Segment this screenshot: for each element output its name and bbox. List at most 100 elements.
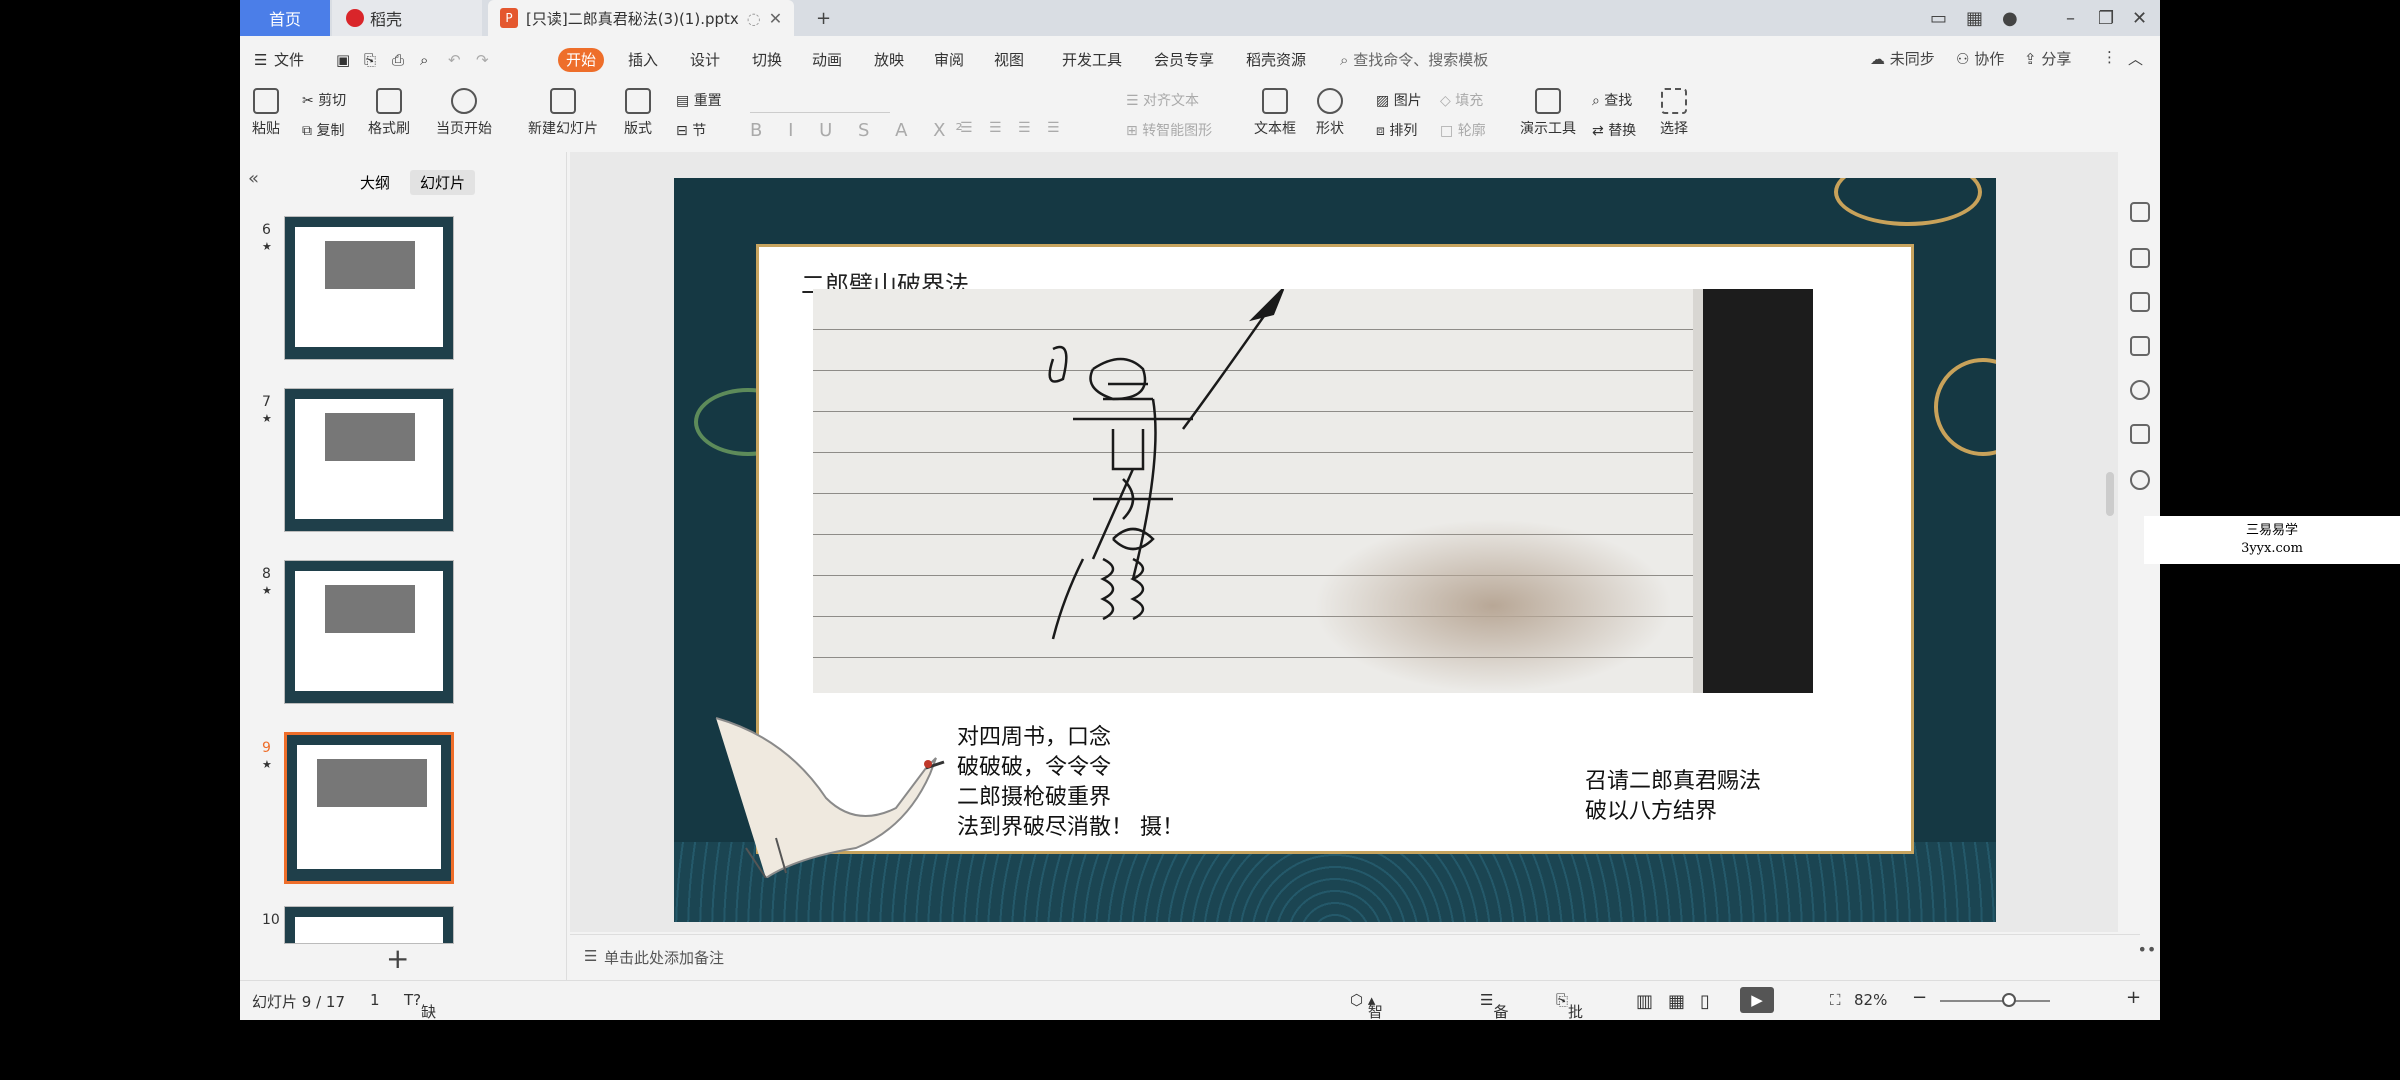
replace-button[interactable]: ⇄ 替换 [1592,120,1636,140]
image-tools-icon[interactable] [2130,424,2150,444]
collapse-ribbon-icon[interactable]: ︿ [2128,48,2143,69]
summons-text[interactable]: 召请二郎真君赐法 破以八方结界 [1585,767,1761,827]
zoom-out-icon[interactable]: − [1912,987,1927,1008]
design-icon[interactable] [2130,202,2150,222]
replace-label: 替换 [1608,123,1637,139]
smart-beautify-button[interactable]: ⬡ 智能美化 ▴ [1350,991,1383,1020]
command-search[interactable]: ⌕ 查找命令、搜索模板 [1340,48,1488,72]
menu-daoke-resources[interactable]: 稻壳资源 [1246,48,1306,72]
format-painter-button[interactable]: 格式刷 [368,88,410,138]
location-icon[interactable] [2130,470,2150,490]
reading-view-icon[interactable]: ▯ [1700,991,1710,1012]
fill-button[interactable]: ◇ 填充 [1440,90,1483,110]
slide-sorter-icon[interactable]: ▦ [1668,991,1685,1012]
zoom-level[interactable]: 82% [1854,991,1887,1009]
export-icon[interactable]: ⎘ [364,48,376,72]
zoom-slider[interactable] [1940,1000,2050,1002]
menu-design[interactable]: 设计 [690,48,720,72]
apps-grid-icon[interactable]: ▦ [1966,0,1983,36]
close-tab-icon[interactable]: ✕ [769,9,782,28]
slide[interactable]: 二郎劈山破界法 对四周书，口念 破破破，令令令 二郎摄枪破重界 法到界破尽消散！… [674,178,1996,922]
layout-icon[interactable]: ▭ [1930,0,1947,36]
format-painter-label: 格式刷 [368,121,410,137]
section-button[interactable]: ⊟ 节 [676,120,706,140]
restore-icon[interactable]: ❐ [2098,0,2114,36]
menu-home[interactable]: 开始 [558,48,605,72]
slide-thumbnail-6[interactable] [284,216,454,360]
play-slideshow-button[interactable]: ▶ [1740,987,1774,1013]
tab-slides[interactable]: 幻灯片 [410,170,476,195]
transition-icon[interactable] [2130,336,2150,356]
presenter-tools-button[interactable]: 演示工具 [1520,88,1576,138]
menu-insert[interactable]: 插入 [628,48,658,72]
scrollbar-thumb[interactable] [2106,472,2114,516]
talisman-photo[interactable] [813,289,1813,693]
slide-thumbnail-10[interactable] [284,906,454,944]
tab-document[interactable]: P [只读]二郎真君秘法(3)(1).pptx ◌ ✕ [488,0,794,36]
picture-button[interactable]: ▨ 图片 [1376,90,1422,110]
slide-thumbnail-9[interactable] [284,732,454,884]
help-icon[interactable] [2130,380,2150,400]
font-family-select[interactable] [750,92,890,113]
new-tab-icon[interactable]: + [816,0,831,36]
cut-button[interactable]: ✂ 剪切 [302,90,346,110]
reset-button[interactable]: ▤ 重置 [676,90,722,110]
add-slide-icon[interactable]: + [386,942,409,975]
preview-icon[interactable]: ⌕ [420,48,428,72]
align-text-button[interactable]: ☰ 对齐文本 [1126,90,1199,110]
menu-slideshow[interactable]: 放映 [874,48,904,72]
paragraph-buttons[interactable]: ☰ ☰ ☰ ☰ [960,120,1066,136]
print-icon[interactable]: ⎙ [392,48,404,72]
paste-button[interactable]: 粘贴 [252,88,280,138]
outline-button[interactable]: □ 轮廓 [1440,120,1486,140]
textbox-button[interactable]: 文本框 [1254,88,1296,138]
zoom-slider-handle[interactable] [2002,993,2016,1007]
minimize-icon[interactable]: – [2066,0,2075,36]
shape-button[interactable]: 形状 [1316,88,1344,138]
menu-developer[interactable]: 开发工具 [1062,48,1122,72]
tab-outline[interactable]: 大纲 [350,170,400,195]
settings-sliders-icon[interactable] [2130,248,2150,268]
undo-icon[interactable]: ↶ [448,48,461,72]
sync-status[interactable]: ☁ 未同步 [1870,48,1935,69]
select-button[interactable]: 选择 [1660,88,1688,138]
arrange-button[interactable]: ⧈ 排列 [1376,120,1417,140]
redo-icon[interactable]: ↷ [476,48,489,72]
animation-icon[interactable] [2130,292,2150,312]
incantation-text[interactable]: 对四周书，口念 破破破，令令令 二郎摄枪破重界 法到界破尽消散！ 摄！ [957,723,1184,843]
notes-bar[interactable]: ☰ 单击此处添加备注 [570,934,2140,981]
menu-file[interactable]: 文件 [274,48,304,72]
normal-view-icon[interactable]: ▥ [1636,991,1653,1012]
more-icon[interactable]: ⋮ [2102,48,2117,66]
layout-button[interactable]: 版式 [624,88,652,138]
zoom-in-icon[interactable]: + [2126,987,2141,1008]
slide-thumbnail-8[interactable] [284,560,454,704]
new-slide-button[interactable]: 新建幻灯片 [528,88,598,138]
notes-toggle-button[interactable]: ☰ 备注 [1480,991,1508,1020]
tab-home[interactable]: 首页 [240,0,330,36]
menu-view[interactable]: 视图 [994,48,1024,72]
convert-smartart-button[interactable]: ⊞ 转智能图形 [1126,120,1212,140]
collapse-panel-icon[interactable]: « [248,168,259,189]
slide-thumbnail-7[interactable] [284,388,454,532]
save-icon[interactable]: ▣ [336,48,350,72]
menu-transition[interactable]: 切换 [752,48,782,72]
menu-animation[interactable]: 动画 [812,48,842,72]
tab-daoke[interactable]: 稻壳 [332,0,482,36]
play-from-current-button[interactable]: 当页开始 [436,88,492,138]
hamburger-icon[interactable]: ☰ [254,48,267,72]
missing-font-button[interactable]: T? 缺失字体 [404,991,436,1020]
share-button[interactable]: ⇪ 分享 [2024,48,2071,69]
smart-beautify-label: 智能美化 [1367,1003,1383,1020]
find-button[interactable]: ⌕ 查找 [1592,90,1632,110]
close-window-icon[interactable]: ✕ [2132,0,2147,36]
avatar[interactable]: ● [2002,0,2018,36]
menu-review[interactable]: 审阅 [934,48,964,72]
fit-zoom-icon[interactable]: ⛶ [1830,991,1841,1009]
menu-member[interactable]: 会员专享 [1154,48,1214,72]
vertical-scrollbar[interactable] [2104,152,2118,932]
collab-button[interactable]: ⚇ 协作 [1956,48,2004,69]
copy-button[interactable]: ⧉ 复制 [302,120,344,140]
font-style-buttons[interactable]: B I U S A X² [750,120,973,141]
comments-button[interactable]: ⎘ 批注 [1556,991,1583,1020]
